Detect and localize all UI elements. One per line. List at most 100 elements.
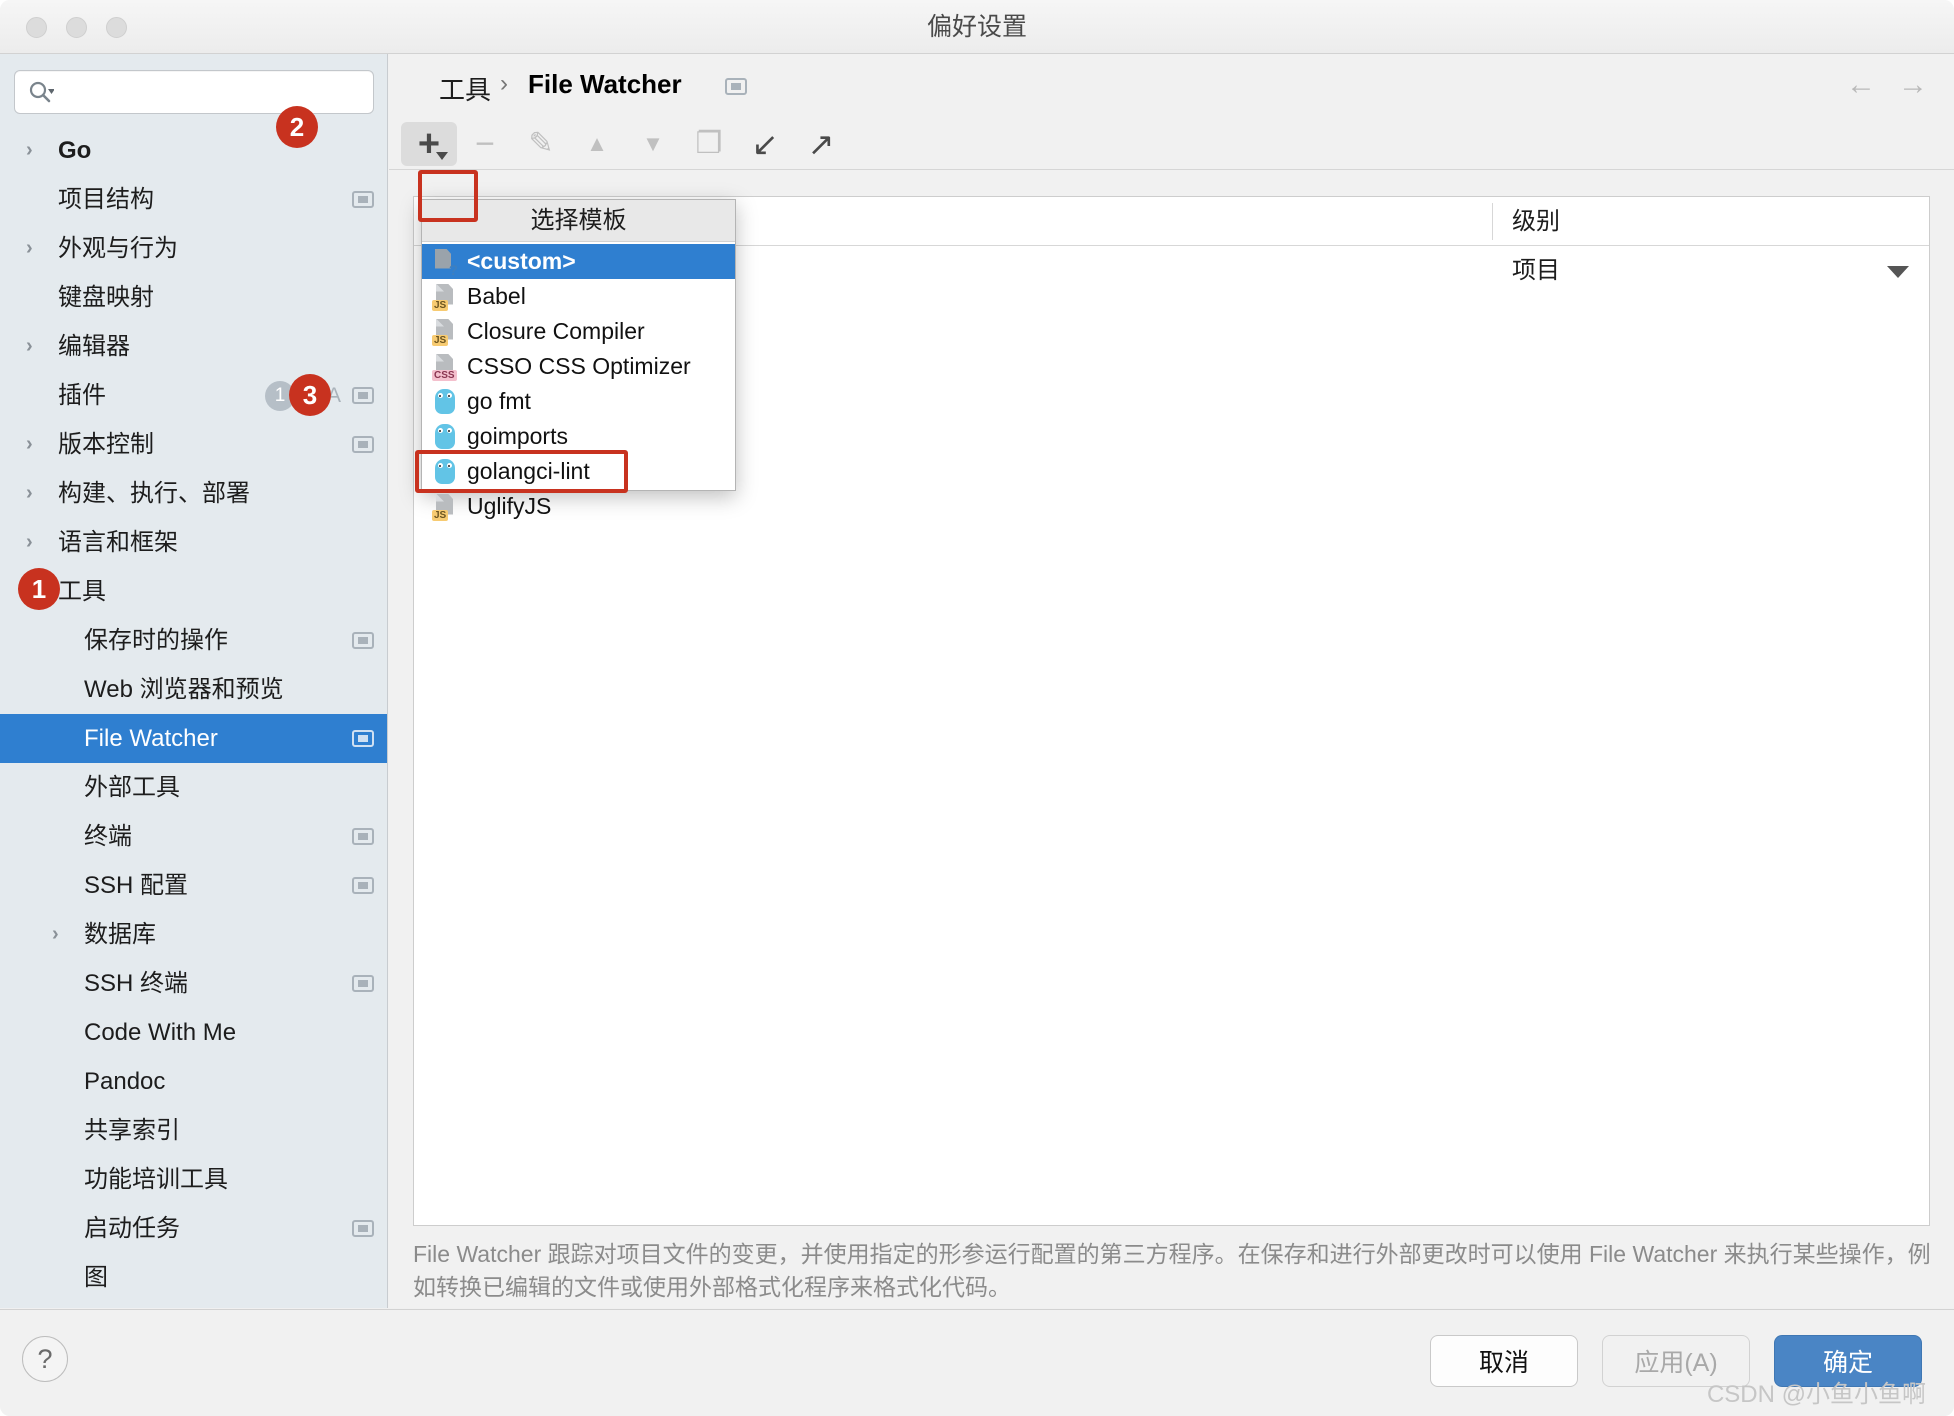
sidebar-item-label: 语言和框架 xyxy=(58,529,178,556)
monitor-icon xyxy=(352,730,374,747)
template-item-closure-compiler[interactable]: JSClosure Compiler xyxy=(422,314,735,349)
edit-icon: ✎ xyxy=(528,129,553,159)
template-item-csso-css-optimizer[interactable]: CSS CSSO CSS Optimizer xyxy=(422,349,735,384)
settings-tree[interactable]: ›Go项目结构›外观与行为键盘映射›编辑器插件1文A›版本控制›构建、执行、部署… xyxy=(0,126,388,1308)
back-arrow-icon[interactable]: ← xyxy=(1846,68,1876,102)
sidebar-item-label: File Watcher xyxy=(84,725,218,752)
template-popup-title: 选择模板 xyxy=(422,200,735,242)
search-input[interactable] xyxy=(14,70,374,114)
file-watcher-toolbar[interactable]: +−✎ ▲▼❐ ↙ ↗ xyxy=(389,118,1954,170)
custom-file-icon xyxy=(432,248,458,276)
settings-sidebar: ›Go项目结构›外观与行为键盘映射›编辑器插件1文A›版本控制›构建、执行、部署… xyxy=(0,54,388,1308)
sidebar-item-8[interactable]: › 语言和框架 xyxy=(0,518,388,567)
sidebar-item-adornments xyxy=(352,714,374,763)
template-list[interactable]: <custom> JS Babel JSClosure Compiler CSS CSSO… xyxy=(422,242,735,524)
sidebar-item-13[interactable]: 外部工具 xyxy=(0,763,388,812)
toolbar-add-button[interactable]: + xyxy=(401,122,457,166)
template-chooser-popup[interactable]: 选择模板 <custom>JSBabelJSClosure CompilerCS… xyxy=(421,199,736,491)
template-item-uglifyjs[interactable]: JS UglifyJS xyxy=(422,489,735,524)
sidebar-item-21[interactable]: 功能培训工具 xyxy=(0,1155,388,1204)
chevron-right-icon[interactable]: › xyxy=(26,224,33,273)
template-item-label: goimports xyxy=(467,423,568,450)
sidebar-item-adornments xyxy=(352,1204,374,1253)
template-item-go-fmt[interactable]: go fmt xyxy=(422,384,735,419)
template-item-label: CSSO CSS Optimizer xyxy=(467,353,691,380)
sidebar-item-4[interactable]: ›编辑器 xyxy=(0,322,388,371)
sidebar-item-18[interactable]: Code With Me xyxy=(0,1008,388,1057)
sidebar-item-24[interactable]: ›差异与合并 xyxy=(0,1302,388,1308)
monitor-icon xyxy=(352,436,374,453)
sidebar-item-label: 功能培训工具 xyxy=(84,1166,228,1193)
template-item-babel[interactable]: JS Babel xyxy=(422,279,735,314)
css-file-icon: CSS xyxy=(432,353,458,381)
sidebar-item-adornments xyxy=(352,812,374,861)
toolbar-move-down-button[interactable]: ▼ xyxy=(625,122,681,166)
import-icon: ↙ xyxy=(752,128,779,160)
preferences-window: 偏好设置 ›Go项目结构›外观与行为键盘映射›编辑器插件1文A›版本控制›构建、… xyxy=(0,0,1954,1416)
sidebar-item-6[interactable]: ›版本控制 xyxy=(0,420,388,469)
toolbar-move-up-button[interactable]: ▲ xyxy=(569,122,625,166)
sidebar-item-17[interactable]: SSH 终端 xyxy=(0,959,388,1008)
template-item-label: Babel xyxy=(467,283,526,310)
column-divider xyxy=(1492,203,1493,240)
sidebar-item-11[interactable]: Web 浏览器和预览 xyxy=(0,665,388,714)
sidebar-item-23[interactable]: 图 xyxy=(0,1253,388,1302)
cell-level-value[interactable]: 项目 xyxy=(1512,246,1560,295)
js-file-icon: JS xyxy=(432,493,458,521)
navigation-arrows[interactable]: ← → xyxy=(1846,68,1928,102)
sidebar-item-label: Code With Me xyxy=(84,1019,236,1046)
help-button[interactable]: ? xyxy=(22,1336,68,1382)
toolbar-remove-button[interactable]: − xyxy=(457,122,513,166)
chevron-right-icon[interactable]: › xyxy=(26,420,33,469)
sidebar-item-label: 插件 xyxy=(58,382,106,409)
template-item-label: UglifyJS xyxy=(467,493,551,520)
dropdown-caret-icon[interactable] xyxy=(436,152,448,160)
sidebar-item-19[interactable]: Pandoc xyxy=(0,1057,388,1106)
annotation-badge-3: 3 xyxy=(289,374,331,416)
cancel-button[interactable]: 取消 xyxy=(1430,1335,1578,1387)
toolbar-edit-button[interactable]: ✎ xyxy=(513,122,569,166)
chevron-right-icon[interactable]: › xyxy=(26,518,33,567)
sidebar-item-1[interactable]: 项目结构 xyxy=(0,175,388,224)
sidebar-item-10[interactable]: 保存时的操作 xyxy=(0,616,388,665)
chevron-right-icon[interactable]: › xyxy=(52,910,59,959)
js-file-icon: JS xyxy=(432,283,458,311)
sidebar-item-label: 工具 xyxy=(58,578,106,605)
toolbar-export-button[interactable]: ↗ xyxy=(793,122,849,166)
toolbar-import-button[interactable]: ↙ xyxy=(737,122,793,166)
monitor-icon xyxy=(352,1220,374,1237)
breadcrumb-root[interactable]: 工具 xyxy=(439,70,491,107)
sidebar-item-2[interactable]: ›外观与行为 xyxy=(0,224,388,273)
chevron-right-icon[interactable]: › xyxy=(26,322,33,371)
sidebar-item-16[interactable]: › 数据库 xyxy=(0,910,388,959)
sidebar-item-adornments xyxy=(352,420,374,469)
template-item-golangci-lint[interactable]: golangci-lint xyxy=(422,454,735,489)
forward-arrow-icon[interactable]: → xyxy=(1898,68,1928,102)
sidebar-item-3[interactable]: 键盘映射 xyxy=(0,273,388,322)
sidebar-item-14[interactable]: 终端 xyxy=(0,812,388,861)
sidebar-item-adornments xyxy=(352,175,374,224)
search-field-wrapper[interactable] xyxy=(14,70,374,114)
sidebar-item-7[interactable]: ›构建、执行、部署 xyxy=(0,469,388,518)
sidebar-item-label: SSH 配置 xyxy=(84,872,188,899)
window-title: 偏好设置 xyxy=(0,0,1954,54)
sidebar-item-label: SSH 终端 xyxy=(84,970,188,997)
monitor-icon xyxy=(352,632,374,649)
sidebar-item-15[interactable]: SSH 配置 xyxy=(0,861,388,910)
watermark: CSDN @小鱼小鱼啊 xyxy=(1707,1374,1926,1409)
monitor-icon xyxy=(352,877,374,894)
chevron-right-icon[interactable]: › xyxy=(52,1302,59,1308)
template-item-custom[interactable]: <custom> xyxy=(422,244,735,279)
sidebar-item-20[interactable]: 共享索引 xyxy=(0,1106,388,1155)
template-item-goimports[interactable]: goimports xyxy=(422,419,735,454)
sidebar-item-0[interactable]: ›Go xyxy=(0,126,388,175)
sidebar-item-22[interactable]: 启动任务 xyxy=(0,1204,388,1253)
description-text: File Watcher 跟踪对项目文件的变更，并使用指定的形参运行配置的第三方… xyxy=(413,1238,1943,1304)
chevron-right-icon[interactable]: › xyxy=(26,126,33,175)
chevron-down-icon[interactable] xyxy=(1887,266,1909,278)
chevron-right-icon[interactable]: › xyxy=(26,469,33,518)
sidebar-item-label: 数据库 xyxy=(84,921,156,948)
sidebar-item-12[interactable]: File Watcher xyxy=(0,714,388,763)
column-header-level[interactable]: 级别 xyxy=(1512,197,1560,246)
toolbar-copy-button[interactable]: ❐ xyxy=(681,122,737,166)
